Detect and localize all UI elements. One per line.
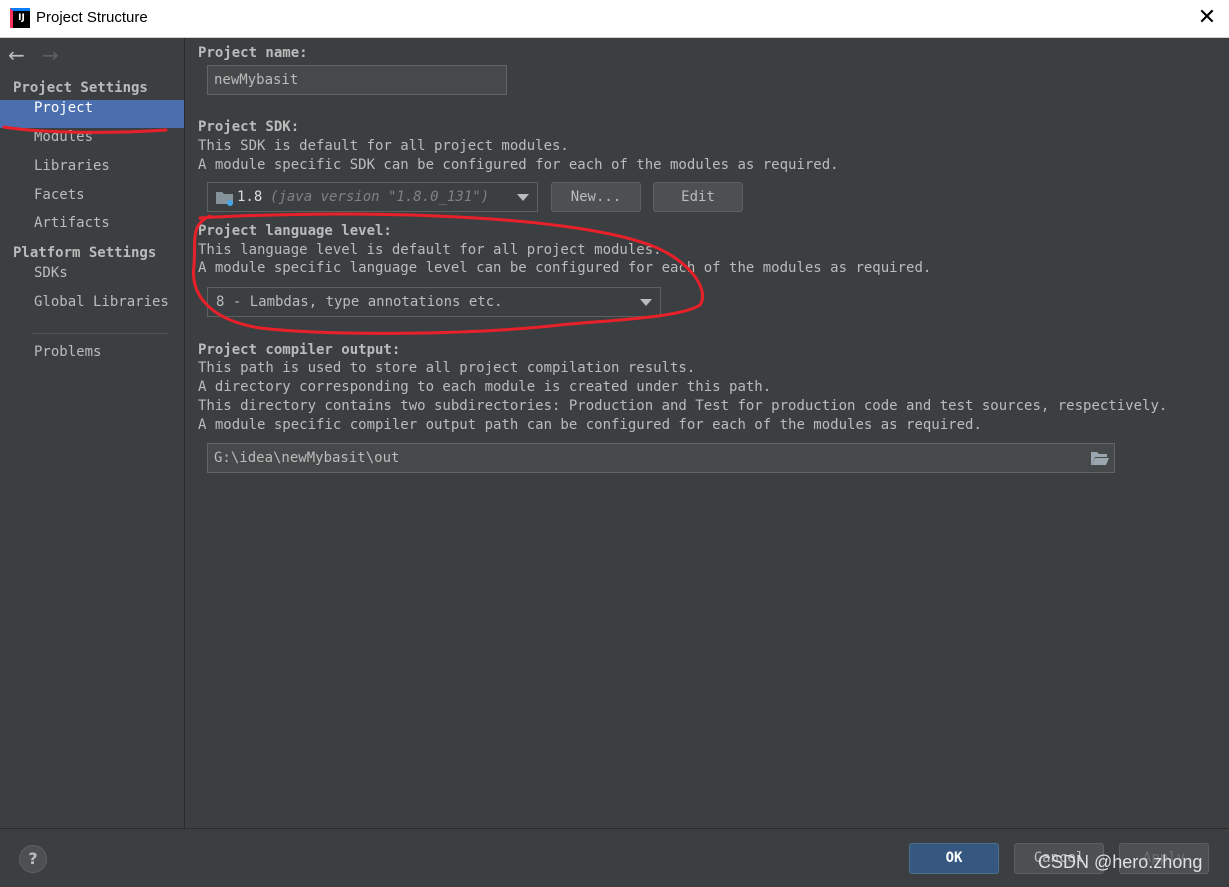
project-sdk-dropdown[interactable]: 1.8 (java version "1.8.0_131"): [207, 182, 538, 212]
sdk-detail: (java version "1.8.0_131"): [270, 189, 490, 205]
window-title: Project Structure: [36, 9, 148, 26]
sdk-version: 1.8: [237, 189, 263, 205]
edit-sdk-button[interactable]: Edit: [653, 182, 743, 212]
sidebar: ← → Project Settings Project Modules Lib…: [0, 38, 185, 828]
sidebar-item-facets[interactable]: Facets: [0, 187, 184, 215]
compiler-output-path: G:\idea\newMybasit\out: [214, 450, 400, 466]
compiler-output-desc-1: This path is used to store all project c…: [198, 360, 696, 376]
platform-settings-heading: Platform Settings: [13, 245, 157, 261]
project-name-input[interactable]: newMybasit: [207, 65, 507, 95]
project-settings-panel: Project name: newMybasit Project SDK: Th…: [186, 38, 1229, 828]
sidebar-item-sdks[interactable]: SDKs: [0, 265, 184, 293]
close-icon[interactable]: ✕: [1196, 6, 1218, 30]
sidebar-item-libraries[interactable]: Libraries: [0, 158, 184, 186]
watermark: CSDN @hero.zhong: [1038, 852, 1203, 872]
language-level-desc-2: A module specific language level can be …: [198, 260, 932, 276]
project-sdk-desc-1: This SDK is default for all project modu…: [198, 138, 569, 154]
title-bar: IJ Project Structure ✕: [0, 0, 1229, 38]
project-sdk-label: Project SDK:: [198, 119, 300, 135]
new-sdk-button[interactable]: New...: [551, 182, 641, 212]
ok-button[interactable]: OK: [909, 843, 999, 874]
sidebar-item-project[interactable]: Project: [0, 100, 184, 128]
compiler-output-label: Project compiler output:: [198, 342, 401, 358]
sidebar-item-global-libraries[interactable]: Global Libraries: [0, 294, 184, 322]
project-sdk-desc-2: A module specific SDK can be configured …: [198, 157, 839, 173]
language-level-desc-1: This language level is default for all p…: [198, 242, 662, 258]
compiler-output-desc-3: This directory contains two subdirectori…: [198, 398, 1168, 414]
sidebar-divider: [32, 333, 168, 334]
sidebar-item-modules[interactable]: Modules: [0, 129, 184, 157]
help-button[interactable]: ?: [19, 845, 47, 873]
compiler-output-desc-2: A directory corresponding to each module…: [198, 379, 772, 395]
back-arrow-icon[interactable]: ←: [8, 43, 25, 67]
sidebar-item-artifacts[interactable]: Artifacts: [0, 215, 184, 243]
compiler-output-path-input[interactable]: G:\idea\newMybasit\out: [207, 443, 1115, 473]
sidebar-item-problems[interactable]: Problems: [0, 344, 184, 372]
language-level-dropdown[interactable]: 8 - Lambdas, type annotations etc.: [207, 287, 661, 317]
project-settings-heading: Project Settings: [13, 80, 148, 96]
forward-arrow-icon: →: [42, 43, 59, 67]
chevron-down-icon: [640, 299, 652, 306]
sdk-folder-icon: [216, 192, 233, 206]
language-level-value: 8 - Lambdas, type annotations etc.: [216, 294, 503, 310]
intellij-app-icon: IJ: [10, 8, 30, 28]
chevron-down-icon: [517, 194, 529, 201]
project-name-label: Project name:: [198, 45, 308, 61]
language-level-label: Project language level:: [198, 223, 392, 239]
compiler-output-desc-4: A module specific compiler output path c…: [198, 417, 982, 433]
folder-open-icon[interactable]: [1090, 450, 1110, 466]
